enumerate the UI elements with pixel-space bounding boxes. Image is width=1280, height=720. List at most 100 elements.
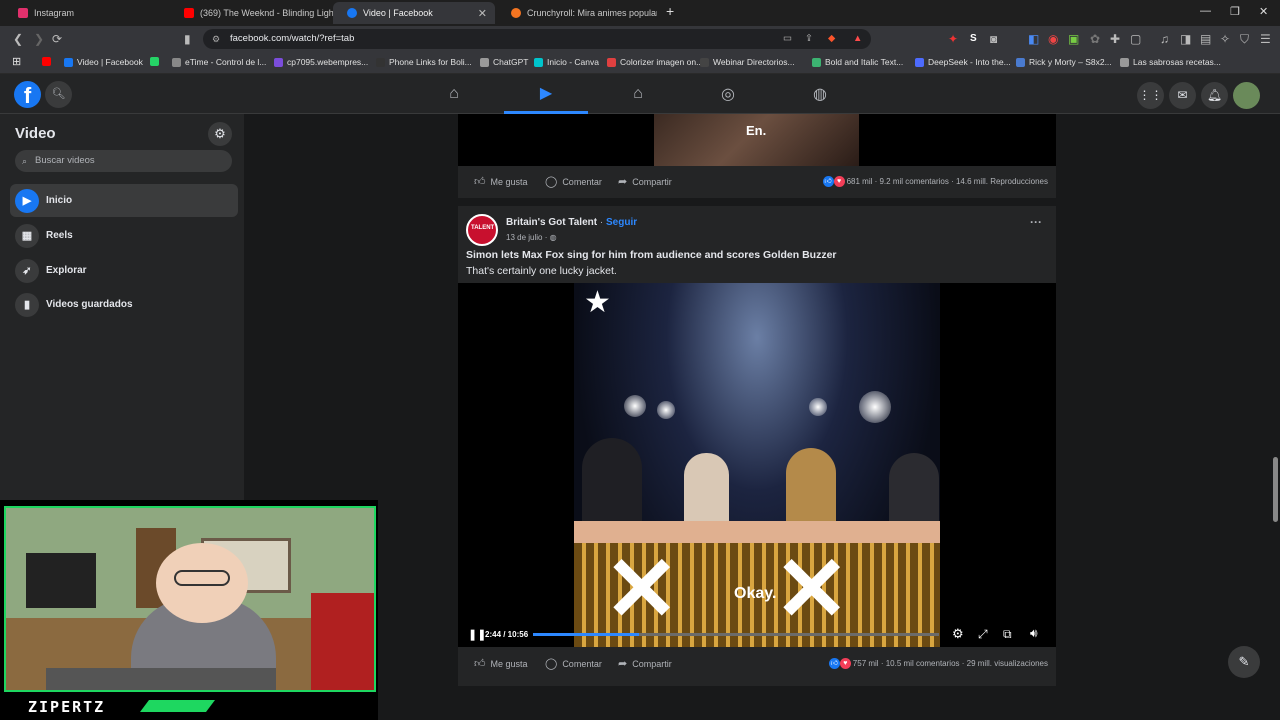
post-date[interactable]: 13 de julio · ◍ bbox=[506, 233, 557, 242]
messenger-icon[interactable]: ✉ bbox=[1169, 82, 1196, 109]
bookmark-item[interactable]: Bold and Italic Text... bbox=[812, 57, 903, 67]
extension-color-icon[interactable]: ▣ bbox=[1068, 32, 1079, 46]
leo-ai-icon[interactable]: ✧ bbox=[1220, 32, 1230, 46]
like-button[interactable]: 👍︎ Me gusta bbox=[474, 175, 528, 188]
marketplace-tab[interactable]: ⌂ bbox=[596, 74, 680, 114]
crunchyroll-icon bbox=[511, 8, 521, 18]
bookmark-item[interactable] bbox=[150, 57, 163, 66]
gaming-tab[interactable]: ◍ bbox=[778, 74, 862, 114]
settings-icon[interactable]: ⚙ bbox=[952, 626, 964, 642]
bookmark-item[interactable] bbox=[42, 57, 55, 66]
back-icon[interactable]: ❮ bbox=[13, 32, 23, 46]
media-controls-icon[interactable]: ♫ bbox=[1160, 32, 1169, 46]
groups-tab[interactable]: ◎ bbox=[686, 74, 770, 114]
new-message-icon[interactable]: ✎ bbox=[1228, 646, 1260, 678]
comment-button[interactable]: ◯ Comentar bbox=[545, 657, 602, 670]
bookmark-item[interactable]: Inicio - Canva bbox=[534, 57, 599, 67]
comment-button[interactable]: ◯ Comentar bbox=[545, 175, 602, 188]
notifications-icon[interactable]: 🔔︎ bbox=[1201, 82, 1228, 109]
menu-icon[interactable]: ☰ bbox=[1260, 32, 1271, 46]
close-tab-icon[interactable]: ✕ bbox=[478, 7, 487, 20]
new-tab-button[interactable]: + bbox=[666, 3, 674, 19]
scrollbar[interactable] bbox=[1273, 457, 1278, 522]
search-icon[interactable]: 🔍︎ bbox=[45, 81, 72, 108]
share-button[interactable]: ➦ Compartir bbox=[618, 657, 672, 670]
share-icon: ➦ bbox=[618, 658, 628, 670]
avatar[interactable] bbox=[1233, 82, 1260, 109]
brave-shield-icon[interactable]: ◆ bbox=[828, 29, 835, 49]
site-settings-icon[interactable]: ⚙ bbox=[212, 29, 220, 49]
sidebar-item-inicio[interactable]: ▶ Inicio bbox=[10, 184, 238, 217]
extension-box-icon[interactable]: ▢ bbox=[1130, 32, 1141, 46]
picture-in-picture-icon[interactable]: ⧉ bbox=[1003, 627, 1012, 642]
separator-dot: · bbox=[599, 217, 604, 228]
volume-icon[interactable]: 🔊︎ bbox=[1030, 626, 1038, 641]
url-field[interactable]: ⚙ facebook.com/watch/?ref=tab ▭ ⇪ ◆ ▲ bbox=[203, 29, 871, 49]
bookmark-item[interactable]: DeepSeek - Into the... bbox=[915, 57, 1011, 67]
video-player-2[interactable]: ★ ✕ ✕ Okay. ❚❚ 2:44 / 10:56 ⚙ ⤢ ⧉ 🔊︎ bbox=[458, 283, 1056, 647]
post-actions-2: 👍︎ Me gusta ◯ Comentar ➦ Compartir 👍︎ ♥ 757… bbox=[458, 648, 1056, 680]
gear-icon[interactable]: ⚙ bbox=[208, 122, 232, 146]
share-icon[interactable]: ⇪ bbox=[805, 29, 813, 49]
apps-grid-icon[interactable]: ⊞ bbox=[12, 55, 21, 68]
tab-facebook-video[interactable]: Video | Facebook ✕ bbox=[333, 2, 495, 24]
bookmark-item[interactable]: Webinar Directorios... bbox=[700, 57, 795, 67]
facebook-logo[interactable]: f bbox=[14, 81, 41, 108]
bookmark-item[interactable]: eTime - Control de l... bbox=[172, 57, 266, 67]
forward-icon[interactable]: ❯ bbox=[34, 32, 44, 46]
bookmark-favicon-icon bbox=[150, 57, 159, 66]
video-player-1[interactable]: En. bbox=[458, 114, 1056, 166]
like-button[interactable]: 👍︎ Me gusta bbox=[474, 657, 528, 670]
brave-rewards-icon[interactable]: ▲ bbox=[853, 29, 862, 49]
spotlight bbox=[624, 395, 646, 417]
sidebar-item-explorar[interactable]: ➶ Explorar bbox=[10, 254, 238, 287]
sidebar-item-videos-guardados[interactable]: ▮ Videos guardados bbox=[10, 288, 238, 321]
pause-icon[interactable]: ❚❚ bbox=[468, 628, 486, 641]
restore-button[interactable]: ❐ bbox=[1230, 5, 1240, 18]
bookmark-item[interactable]: cp7095.webempres... bbox=[274, 57, 368, 67]
sidebar-title: Video bbox=[15, 125, 56, 142]
video-progress-bar[interactable] bbox=[533, 633, 939, 636]
extension-translate-icon[interactable]: ◧ bbox=[1028, 32, 1039, 46]
instagram-icon bbox=[18, 8, 28, 18]
extensions-puzzle-icon[interactable]: ✚ bbox=[1110, 32, 1120, 46]
bookmark-item[interactable]: Colorizer imagen on... bbox=[607, 57, 703, 67]
avatar[interactable]: TALENT bbox=[466, 214, 498, 246]
extension-red-icon[interactable]: ◉ bbox=[1048, 32, 1058, 46]
bookmark-item[interactable]: Rick y Morty – S8x2... bbox=[1016, 57, 1112, 67]
video-caption-1: En. bbox=[746, 123, 767, 138]
close-window-button[interactable]: ✕ bbox=[1259, 5, 1268, 18]
bookmark-item[interactable]: Video | Facebook bbox=[64, 57, 143, 67]
video-post-2: TALENT Britain's Got Talent · Seguir 13 … bbox=[458, 206, 1056, 686]
extension-icon[interactable]: ✦ bbox=[948, 32, 958, 46]
post-author[interactable]: Britain's Got Talent · Seguir bbox=[506, 217, 637, 228]
minimize-button[interactable]: — bbox=[1200, 5, 1211, 17]
home-tab[interactable]: ⌂ bbox=[412, 74, 496, 114]
tab-instagram[interactable]: Instagram bbox=[4, 2, 169, 24]
reload-icon[interactable]: ⟳ bbox=[52, 32, 62, 46]
extension-grey-icon[interactable]: ✿ bbox=[1090, 32, 1100, 46]
tab-youtube[interactable]: (369) The Weeknd - Blinding Lights ( bbox=[170, 2, 335, 24]
sidebar-item-reels[interactable]: ▦ Reels bbox=[10, 219, 238, 252]
thumbs-up-icon: 👍︎ bbox=[474, 658, 486, 670]
fullscreen-icon[interactable]: ⤢ bbox=[978, 627, 988, 642]
extension-s-icon[interactable]: S bbox=[970, 33, 977, 44]
wallet-icon[interactable]: ▤ bbox=[1200, 32, 1211, 46]
bookmark-item[interactable]: ChatGPT bbox=[480, 57, 528, 67]
sidebar-icon[interactable]: ◨ bbox=[1180, 32, 1191, 46]
video-tab[interactable]: ▶ bbox=[504, 74, 588, 114]
bookmark-item[interactable]: Las sabrosas recetas... bbox=[1120, 57, 1221, 67]
bookmark-page-icon[interactable]: ▮ bbox=[184, 32, 191, 46]
menu-grid-icon[interactable]: ⋮⋮ bbox=[1137, 82, 1164, 109]
share-button[interactable]: ➦ Compartir bbox=[618, 175, 672, 188]
judge-figure bbox=[684, 453, 729, 523]
search-videos-input[interactable]: ⌕ Buscar videos bbox=[15, 150, 232, 172]
vpn-icon[interactable]: ⛉ bbox=[1240, 32, 1249, 47]
cast-icon[interactable]: ▭ bbox=[783, 29, 792, 49]
follow-button[interactable]: Seguir bbox=[606, 217, 637, 228]
tab-crunchyroll[interactable]: Crunchyroll: Mira animes populares, bbox=[497, 2, 657, 24]
more-options-icon[interactable]: ··· bbox=[1030, 215, 1042, 229]
extension-camera-icon[interactable]: ◙ bbox=[990, 32, 997, 46]
bookmark-favicon-icon bbox=[534, 57, 543, 67]
bookmark-item[interactable]: Phone Links for Boli... bbox=[376, 57, 472, 67]
